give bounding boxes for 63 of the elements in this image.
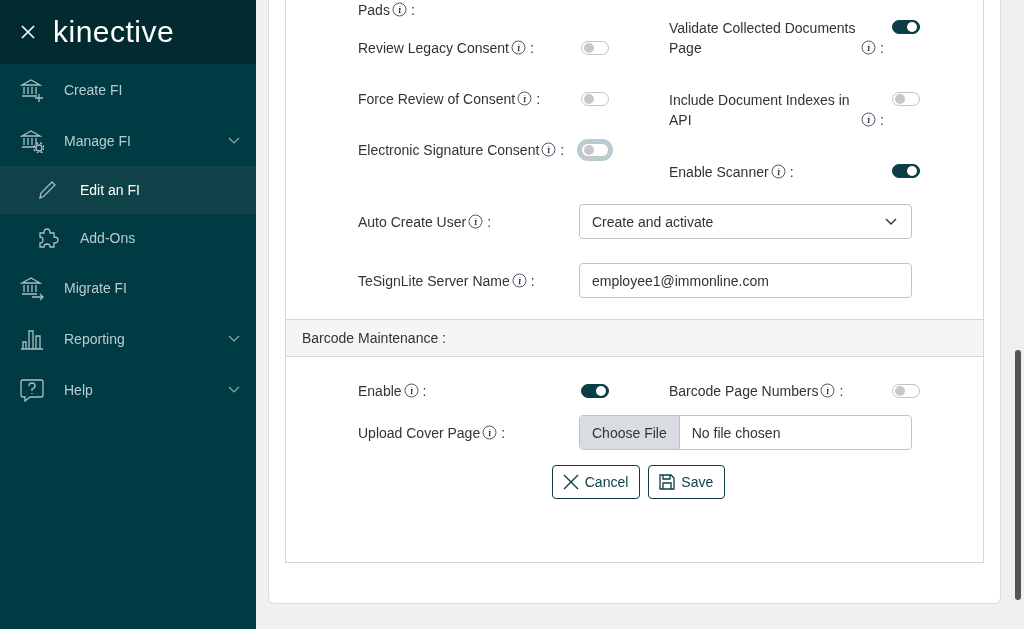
colon-text: : [880, 40, 884, 56]
colon-text: : [501, 424, 506, 441]
field-label: Enable Scanner [669, 163, 769, 182]
dropdown[interactable]: Create and activate [579, 204, 912, 239]
logo-text: kinective [53, 17, 175, 47]
cancel-button[interactable]: Cancel [551, 465, 641, 499]
field-label: Force Review of Consent [358, 91, 516, 107]
field-label: Include Document Indexes in API [669, 91, 851, 130]
field-label: Upload Cover Page [358, 424, 481, 441]
close-icon [561, 473, 580, 491]
toggle-switch[interactable] [581, 384, 609, 398]
info-icon [541, 142, 557, 157]
toggle-switch[interactable] [892, 20, 920, 34]
colon-text: : [487, 213, 492, 230]
info-icon [468, 213, 484, 229]
colon-text: : [530, 272, 535, 289]
file-field[interactable]: Choose File No file chosen [579, 415, 912, 450]
colon-text: : [422, 383, 427, 399]
puzzle-icon [36, 226, 60, 250]
bank-arrow-icon [20, 275, 44, 300]
colon-text: : [410, 2, 415, 18]
info-icon [482, 424, 498, 440]
section-title: Barcode Maintenance : [302, 330, 446, 346]
sidebar-item[interactable]: Add-Ons [0, 214, 256, 262]
info-icon [770, 164, 786, 179]
info-icon [391, 2, 407, 17]
colon-text: : [880, 112, 884, 128]
close-icon[interactable] [21, 25, 35, 39]
help-icon [20, 377, 44, 402]
colon-text: : [530, 40, 534, 56]
field-label: Review Legacy Consent [358, 40, 509, 56]
field-label: Pads [358, 2, 390, 18]
save-button[interactable]: Save [648, 465, 726, 499]
sidebar-item[interactable]: Manage FI [0, 115, 256, 166]
colon-text: : [560, 142, 565, 158]
sidebar-item[interactable]: Reporting [0, 313, 256, 364]
chevron-down-icon [885, 217, 897, 226]
field-label: Barcode Page Numbers [669, 383, 819, 399]
info-icon [517, 91, 533, 106]
text-field[interactable]: employee1@immonline.com [579, 263, 912, 298]
info-icon [403, 383, 419, 398]
info-icon [861, 40, 876, 55]
bank-plus-icon [20, 77, 44, 102]
colon-text: : [839, 383, 844, 399]
sidebar-item[interactable]: Create FI [0, 64, 256, 115]
bank-gear-icon [20, 128, 44, 153]
sidebar-item[interactable]: Migrate FI [0, 262, 256, 313]
field-label: Enable [358, 383, 402, 399]
colon-text: : [536, 91, 541, 107]
info-icon [511, 40, 526, 55]
colon-text: : [789, 164, 794, 180]
sidebar-item[interactable]: Help [0, 364, 256, 415]
info-icon [511, 272, 527, 288]
field-label: Electronic Signature Consent [358, 142, 540, 158]
field-label: TeSignLite Server Name [358, 272, 510, 289]
info-icon [820, 383, 836, 398]
field-label: Validate Collected Documents Page [669, 19, 857, 58]
field-label: Auto Create User [358, 213, 467, 230]
sidebar-item[interactable]: Edit an FI [0, 166, 256, 214]
info-icon [861, 112, 876, 127]
file-name-text: No file chosen [691, 424, 781, 441]
toggle-switch[interactable] [892, 164, 920, 178]
choose-file-button[interactable]: Choose File [580, 416, 680, 449]
